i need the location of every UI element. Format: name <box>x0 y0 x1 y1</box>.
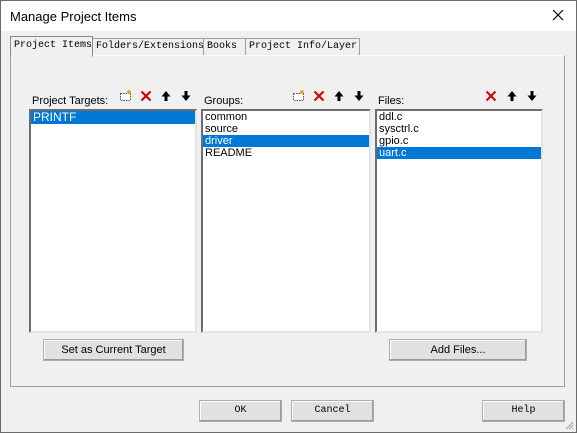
groups-label: Groups: <box>204 95 244 107</box>
move-target-up-button[interactable] <box>157 87 175 105</box>
new-group-button[interactable] <box>290 87 308 105</box>
size-grip-icon[interactable] <box>564 420 574 430</box>
move-file-up-button[interactable] <box>503 87 521 105</box>
move-up-icon <box>507 91 517 101</box>
move-group-up-button[interactable] <box>330 87 348 105</box>
ok-button[interactable]: OK <box>199 400 282 422</box>
move-up-icon <box>334 91 344 101</box>
move-down-icon <box>354 91 364 101</box>
move-target-down-button[interactable] <box>177 87 195 105</box>
help-button[interactable]: Help <box>482 400 565 422</box>
list-item-driver[interactable]: driver <box>203 135 369 147</box>
tab-folders-extensions[interactable]: Folders/Extensions <box>92 38 207 55</box>
close-icon <box>552 9 564 21</box>
move-file-down-button[interactable] <box>523 87 541 105</box>
move-up-icon <box>161 91 171 101</box>
list-item-sysctrl-c[interactable]: sysctrl.c <box>377 123 541 135</box>
delete-icon <box>140 90 152 102</box>
close-button[interactable] <box>546 4 570 26</box>
files-label: Files: <box>378 95 405 107</box>
delete-file-button[interactable] <box>482 87 500 105</box>
new-target-button[interactable] <box>117 87 135 105</box>
tab-project-info-layer[interactable]: Project Info/Layer <box>245 38 360 55</box>
add-files-button[interactable]: Add Files... <box>389 339 527 361</box>
list-item-uart-c[interactable]: uart.c <box>377 147 541 159</box>
new-item-icon <box>293 90 304 101</box>
tab-books[interactable]: Books <box>203 38 247 55</box>
list-item-printf[interactable]: PRINTF <box>31 111 195 124</box>
window-title: Manage Project Items <box>10 9 137 24</box>
project-targets-list[interactable]: PRINTF <box>29 109 197 333</box>
set-as-current-target-button[interactable]: Set as Current Target <box>43 339 184 361</box>
tab-project-items[interactable]: Project Items <box>10 36 93 57</box>
new-item-icon <box>120 90 131 101</box>
list-item-common[interactable]: common <box>203 111 369 123</box>
move-down-icon <box>527 91 537 101</box>
manage-project-items-dialog: Manage Project Items Project Items Folde… <box>0 0 577 433</box>
move-down-icon <box>181 91 191 101</box>
groups-list[interactable]: common source driver README <box>201 109 371 333</box>
title-bar: Manage Project Items <box>1 1 576 31</box>
delete-icon <box>485 90 497 102</box>
list-item-gpio-c[interactable]: gpio.c <box>377 135 541 147</box>
files-list[interactable]: ddl.c sysctrl.c gpio.c uart.c <box>375 109 543 333</box>
cancel-button[interactable]: Cancel <box>291 400 374 422</box>
move-group-down-button[interactable] <box>350 87 368 105</box>
delete-icon <box>313 90 325 102</box>
list-item-source[interactable]: source <box>203 123 369 135</box>
delete-group-button[interactable] <box>310 87 328 105</box>
delete-target-button[interactable] <box>137 87 155 105</box>
list-item-readme[interactable]: README <box>203 147 369 159</box>
list-item-ddl-c[interactable]: ddl.c <box>377 111 541 123</box>
project-targets-label: Project Targets: <box>32 95 109 107</box>
